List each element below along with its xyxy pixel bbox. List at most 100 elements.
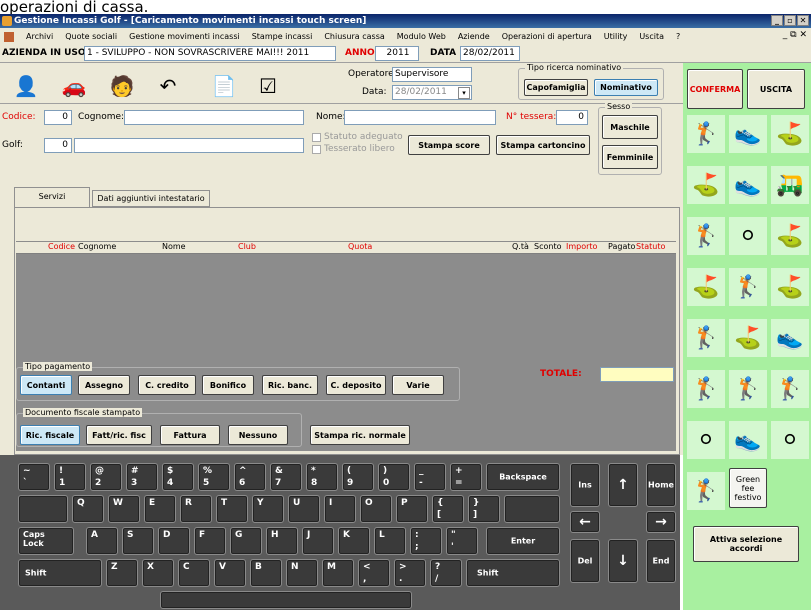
end-key[interactable]: End [646, 539, 676, 583]
menu-item[interactable]: Modulo Web [397, 32, 446, 41]
menu-item[interactable]: Gestione movimenti incassi [129, 32, 240, 41]
key[interactable]: " ' [446, 527, 478, 555]
minimize-button[interactable]: _ [771, 15, 783, 26]
data-field[interactable]: 28/02/2011 [460, 46, 520, 61]
arrow-up-icon[interactable]: ↑ [608, 463, 638, 507]
key[interactable]: G [230, 527, 262, 555]
del-key[interactable]: Del [570, 539, 600, 583]
undo-icon[interactable]: ↶ [154, 73, 182, 99]
key[interactable]: M [322, 559, 354, 587]
car-icon[interactable]: 🚗 [60, 73, 88, 99]
key[interactable]: ! 1 [54, 463, 86, 491]
stampa-ric-button[interactable]: Stampa ric. normale [310, 425, 410, 445]
key[interactable]: <, [358, 559, 390, 587]
golfer-icon[interactable]: 🏌 [771, 370, 809, 408]
key[interactable]: % 5 [198, 463, 230, 491]
user-card-icon[interactable]: 👤 [12, 73, 40, 99]
key[interactable]: E [144, 495, 176, 523]
key[interactable]: * 8 [306, 463, 338, 491]
golf-cart-icon[interactable]: 🛺 [771, 166, 809, 204]
documento-button[interactable]: Fatt/ric. fisc [86, 425, 152, 445]
golfer-icon[interactable]: 🏌 [687, 472, 725, 510]
caps-lock-key[interactable]: Caps Lock [18, 527, 74, 555]
shoe-icon[interactable]: 👟 [729, 421, 767, 459]
menu-item[interactable]: ? [676, 32, 680, 41]
person-icon[interactable]: 🧑 [108, 73, 136, 99]
golfer-icon[interactable]: 🏌 [687, 319, 725, 357]
pagamento-button[interactable]: C. deposito [326, 375, 386, 395]
golfer-icon[interactable]: 🏌 [729, 268, 767, 306]
key[interactable]: N [286, 559, 318, 587]
flag-icon[interactable]: ⛳ [687, 268, 725, 306]
key[interactable]: U [288, 495, 320, 523]
key[interactable]: X [142, 559, 174, 587]
key[interactable]: L [374, 527, 406, 555]
golfer-icon[interactable]: 🏌 [687, 370, 725, 408]
arrow-right-icon[interactable]: → [646, 511, 676, 533]
flag-icon[interactable]: ⛳ [771, 268, 809, 306]
flag-icon[interactable]: ⛳ [771, 115, 809, 153]
key[interactable]: $4 [162, 463, 194, 491]
shoe-icon[interactable]: 👟 [771, 319, 809, 357]
key[interactable]: F [194, 527, 226, 555]
key[interactable]: Q [72, 495, 104, 523]
pagamento-button[interactable]: Assegno [78, 375, 130, 395]
key[interactable]: B [250, 559, 282, 587]
close-button[interactable]: ✕ [797, 15, 809, 26]
key[interactable]: A [86, 527, 118, 555]
golf-field[interactable]: 0 [44, 138, 72, 153]
pagamento-button[interactable]: Varie [392, 375, 444, 395]
key[interactable]: ^ 6 [234, 463, 266, 491]
pagamento-button[interactable]: Contanti [20, 375, 72, 395]
stampa-cartoncino-button[interactable]: Stampa cartoncino [496, 135, 590, 155]
operatore-field[interactable]: Supervisore [392, 67, 472, 82]
documento-button[interactable]: Fattura [160, 425, 220, 445]
key[interactable]: S [122, 527, 154, 555]
key[interactable]: P [396, 495, 428, 523]
key[interactable]: ~ ` [18, 463, 50, 491]
ins-key[interactable]: Ins [570, 463, 600, 507]
uscita-button[interactable]: USCITA [747, 69, 805, 109]
codice-field[interactable]: 0 [44, 110, 72, 125]
key[interactable]: H [266, 527, 298, 555]
notepad-icon[interactable]: 📄 [210, 73, 238, 99]
golfer-icon[interactable]: 🏌 [729, 370, 767, 408]
flag-icon[interactable]: ⛳ [687, 166, 725, 204]
tesserato-checkbox[interactable] [312, 145, 321, 154]
key[interactable]: J [302, 527, 334, 555]
menu-item[interactable]: Utility [604, 32, 628, 41]
key[interactable] [504, 495, 560, 523]
azienda-field[interactable]: 1 - SVILUPPO - NON SOVRASCRIVERE MAI!!! … [84, 46, 336, 61]
enter-key[interactable]: Enter [486, 527, 560, 555]
pagamento-button[interactable]: C. credito [138, 375, 196, 395]
shoe-icon[interactable]: 👟 [729, 115, 767, 153]
home-key[interactable]: Home [646, 463, 676, 507]
checklist-icon[interactable]: ☑ [254, 73, 282, 99]
menu-item[interactable]: Stampe incassi [252, 32, 313, 41]
green-fee-button[interactable]: Green fee festivo [729, 468, 767, 508]
golf-ball-icon[interactable]: ⚪ [771, 421, 809, 459]
key[interactable]: ? / [430, 559, 462, 587]
key[interactable]: {[ [432, 495, 464, 523]
golfer-icon[interactable]: 🏌 [687, 115, 725, 153]
tessera-field[interactable]: 0 [556, 110, 588, 125]
key[interactable]: D [158, 527, 190, 555]
menu-item[interactable]: Aziende [458, 32, 490, 41]
golfer-icon[interactable]: 🏌 [687, 217, 725, 255]
attiva-accordi-button[interactable]: Attiva selezione accordi [693, 526, 799, 562]
key[interactable]: }] [468, 495, 500, 523]
key[interactable]: K [338, 527, 370, 555]
menu-item[interactable]: Archivi [26, 32, 53, 41]
golf-name-field[interactable] [74, 138, 304, 153]
key[interactable]: Y [252, 495, 284, 523]
nominativo-button[interactable]: Nominativo [594, 79, 658, 96]
conferma-button[interactable]: CONFERMA [687, 69, 743, 109]
shoe-icon[interactable]: 👟 [729, 166, 767, 204]
key[interactable]: I [324, 495, 356, 523]
menu-item[interactable]: Uscita [639, 32, 664, 41]
key[interactable]: #3 [126, 463, 158, 491]
space-key[interactable] [160, 591, 412, 609]
flag-icon[interactable]: ⛳ [729, 319, 767, 357]
tab-servizi[interactable]: Servizi [14, 187, 90, 207]
key[interactable]: T [216, 495, 248, 523]
